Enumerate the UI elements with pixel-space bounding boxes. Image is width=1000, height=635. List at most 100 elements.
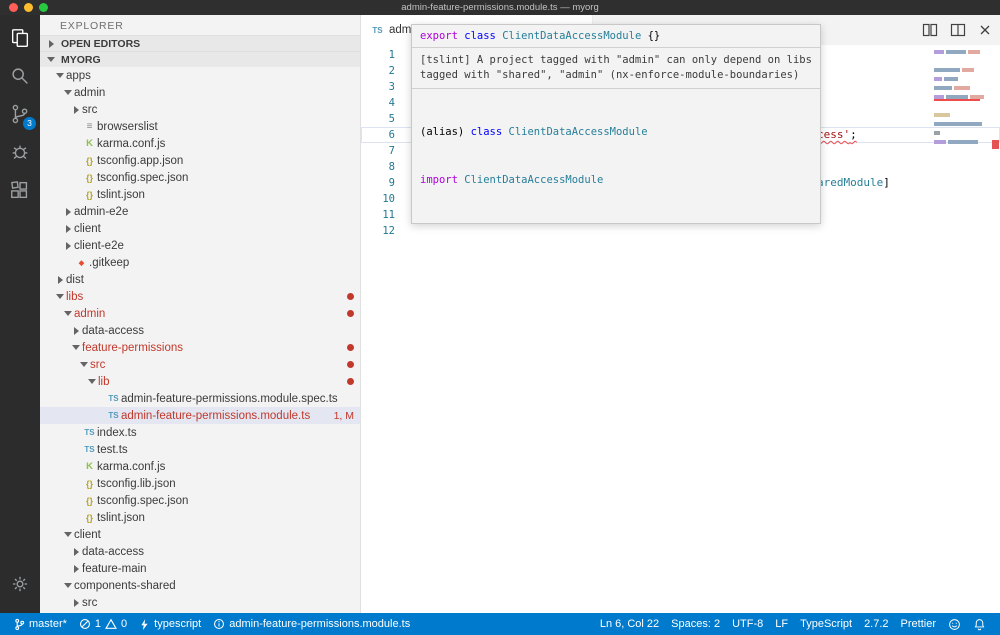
tree-folder-apps[interactable]: apps bbox=[40, 67, 360, 84]
tree-folder-client[interactable]: client bbox=[40, 220, 360, 237]
minimap-line bbox=[934, 56, 988, 65]
token: class bbox=[464, 30, 496, 42]
explorer-icon[interactable] bbox=[0, 19, 40, 57]
hover-alias-line: (alias) class ClientDataAccessModule bbox=[420, 124, 812, 140]
tree-item-label: .gitkeep bbox=[89, 257, 129, 269]
tslint-label: typescript bbox=[154, 618, 201, 630]
close-window-button[interactable] bbox=[9, 3, 18, 12]
tree-file-tslint.json[interactable]: {}tslint.json bbox=[40, 509, 360, 526]
chevron-collapsed-icon bbox=[62, 242, 74, 250]
tree-item-label: src bbox=[82, 104, 97, 116]
tree-folder-client-e2e[interactable]: client-e2e bbox=[40, 237, 360, 254]
token: import bbox=[420, 174, 458, 186]
lint-message-line-1: [tslint] A project tagged with "admin" c… bbox=[420, 53, 812, 68]
tree-folder-admin-e2e[interactable]: admin-e2e bbox=[40, 203, 360, 220]
minimap-line bbox=[934, 65, 988, 74]
tree-folder-feature-main[interactable]: feature-main bbox=[40, 560, 360, 577]
chevron-expanded-icon bbox=[62, 532, 74, 537]
minimap-line bbox=[934, 137, 988, 146]
zoom-window-button[interactable] bbox=[39, 3, 48, 12]
chevron-collapsed-icon bbox=[70, 599, 82, 607]
tree-item-label: src bbox=[90, 359, 105, 371]
notifications-bell-icon[interactable] bbox=[967, 613, 992, 635]
root-folder-label: MYORG bbox=[61, 54, 101, 66]
prettier-status[interactable]: Prettier bbox=[895, 613, 942, 635]
error-marker bbox=[992, 140, 999, 149]
tree-file-tsconfig.lib.json[interactable]: {}tsconfig.lib.json bbox=[40, 475, 360, 492]
tree-folder-src[interactable]: src bbox=[40, 356, 360, 373]
close-editor-icon[interactable] bbox=[978, 23, 992, 37]
token: ClientDataAccessModule bbox=[502, 30, 641, 42]
minimap[interactable] bbox=[934, 47, 988, 155]
file-info-status[interactable]: admin-feature-permissions.module.ts bbox=[207, 613, 416, 635]
tree-file-tsconfig.spec.json[interactable]: {}tsconfig.spec.json bbox=[40, 492, 360, 509]
split-editor-icon[interactable] bbox=[950, 22, 966, 38]
minimize-window-button[interactable] bbox=[24, 3, 33, 12]
tslint-status[interactable]: typescript bbox=[133, 613, 207, 635]
warning-icon bbox=[105, 618, 117, 630]
tree-file-karma.conf.js[interactable]: Kkarma.conf.js bbox=[40, 135, 360, 152]
window-title: admin-feature-permissions.module.ts — my… bbox=[401, 2, 598, 13]
tree-file-.gitkeep[interactable]: ◆.gitkeep bbox=[40, 254, 360, 271]
overview-ruler[interactable] bbox=[990, 45, 1000, 613]
encoding[interactable]: UTF-8 bbox=[726, 613, 769, 635]
line-number: 11 bbox=[361, 207, 395, 223]
debug-icon[interactable] bbox=[0, 133, 40, 171]
tree-folder-lib[interactable]: lib bbox=[40, 373, 360, 390]
open-editors-header[interactable]: OPEN EDITORS bbox=[40, 35, 360, 51]
eol[interactable]: LF bbox=[769, 613, 794, 635]
tree-file-browserslist[interactable]: ≡browserslist bbox=[40, 118, 360, 135]
settings-gear-icon[interactable] bbox=[0, 565, 40, 603]
feedback-smiley-icon[interactable] bbox=[942, 613, 967, 635]
json-file-icon: {} bbox=[82, 479, 97, 489]
tree-folder-libs[interactable]: libs bbox=[40, 288, 360, 305]
tree-file-tsconfig.spec.json[interactable]: {}tsconfig.spec.json bbox=[40, 169, 360, 186]
problems-status[interactable]: 1 0 bbox=[73, 613, 133, 635]
tree-folder-data-access[interactable]: data-access bbox=[40, 322, 360, 339]
tree-folder-src[interactable]: src bbox=[40, 594, 360, 611]
hover-import-line: import ClientDataAccessModule bbox=[420, 172, 812, 188]
chevron-collapsed-icon bbox=[70, 327, 82, 335]
tree-folder-data-access[interactable]: data-access bbox=[40, 543, 360, 560]
tree-file-tslint.json[interactable]: {}tslint.json bbox=[40, 186, 360, 203]
tree-folder-admin[interactable]: admin bbox=[40, 305, 360, 322]
hover-lint-message: [tslint] A project tagged with "admin" c… bbox=[412, 48, 820, 89]
indentation[interactable]: Spaces: 2 bbox=[665, 613, 726, 635]
token: ] bbox=[883, 176, 890, 189]
tree-file-admin-feature-permissions.module.ts[interactable]: TSadmin-feature-permissions.module.ts1, … bbox=[40, 407, 360, 424]
git-branch-status[interactable]: master* bbox=[8, 613, 73, 635]
tree-file-karma.conf.js[interactable]: Kkarma.conf.js bbox=[40, 458, 360, 475]
tree-item-label: data-access bbox=[82, 546, 144, 558]
karma-file-icon: K bbox=[82, 461, 97, 472]
search-icon[interactable] bbox=[0, 57, 40, 95]
json-file-icon: {} bbox=[82, 190, 97, 200]
error-count: 1 bbox=[95, 618, 101, 630]
code-line-12[interactable]: 12 bbox=[361, 223, 1000, 239]
typescript-version[interactable]: 2.7.2 bbox=[858, 613, 894, 635]
tree-folder-src[interactable]: src bbox=[40, 101, 360, 118]
chevron-expanded-icon bbox=[45, 57, 57, 62]
folder-root-header[interactable]: MYORG bbox=[40, 51, 360, 67]
tree-file-tsconfig.app.json[interactable]: {}tsconfig.app.json bbox=[40, 152, 360, 169]
source-control-icon[interactable]: 3 bbox=[0, 95, 40, 133]
tree-file-index.ts[interactable]: TSindex.ts bbox=[40, 424, 360, 441]
token: export bbox=[420, 30, 458, 42]
tree-file-admin-feature-permissions.module.spec.ts[interactable]: TSadmin-feature-permissions.module.spec.… bbox=[40, 390, 360, 407]
decoration-badge: 1, M bbox=[328, 410, 354, 422]
error-icon bbox=[79, 618, 91, 630]
language-mode[interactable]: TypeScript bbox=[794, 613, 858, 635]
tree-folder-components-shared[interactable]: components-shared bbox=[40, 577, 360, 594]
tree-file-test.ts[interactable]: TStest.ts bbox=[40, 441, 360, 458]
tree-folder-dist[interactable]: dist bbox=[40, 271, 360, 288]
chevron-expanded-icon bbox=[86, 379, 98, 384]
tree-item-label: client bbox=[74, 223, 101, 235]
minimap-line bbox=[934, 47, 988, 56]
tree-folder-feature-permissions[interactable]: feature-permissions bbox=[40, 339, 360, 356]
chevron-collapsed-icon bbox=[54, 276, 66, 284]
cursor-position[interactable]: Ln 6, Col 22 bbox=[594, 613, 665, 635]
open-changes-icon[interactable] bbox=[922, 22, 938, 38]
tree-folder-client[interactable]: client bbox=[40, 526, 360, 543]
line-number: 4 bbox=[361, 95, 395, 111]
extensions-icon[interactable] bbox=[0, 171, 40, 209]
tree-folder-admin[interactable]: admin bbox=[40, 84, 360, 101]
